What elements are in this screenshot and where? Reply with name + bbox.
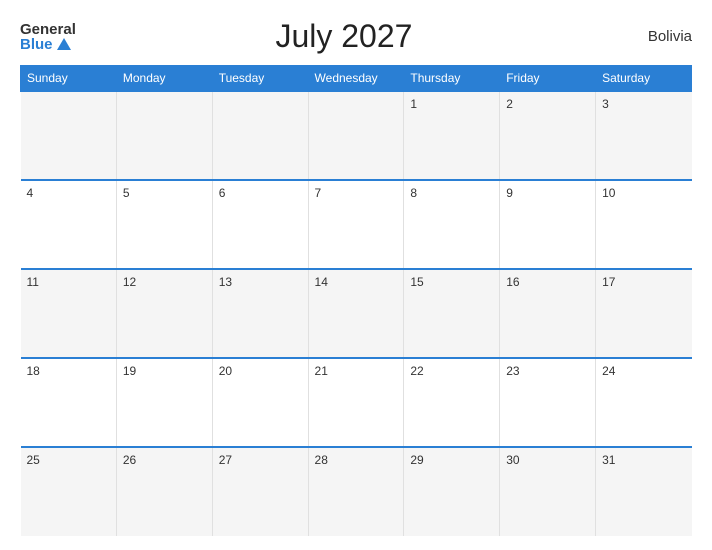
col-tuesday: Tuesday: [212, 66, 308, 92]
col-wednesday: Wednesday: [308, 66, 404, 92]
country-label: Bolivia: [612, 28, 692, 45]
calendar-day-cell: 10: [596, 180, 692, 269]
day-number: 16: [506, 275, 519, 289]
calendar-day-cell: 6: [212, 180, 308, 269]
calendar-day-cell: 15: [404, 269, 500, 358]
day-number: 27: [219, 453, 232, 467]
calendar-week-row: 18 19 20 21 22 23 24: [21, 358, 692, 447]
calendar-day-cell: 17: [596, 269, 692, 358]
calendar-day-cell: 28: [308, 447, 404, 536]
calendar-day-cell: 12: [116, 269, 212, 358]
calendar-day-cell: [212, 91, 308, 180]
day-number: 20: [219, 364, 232, 378]
day-number: 9: [506, 186, 513, 200]
calendar-day-cell: 5: [116, 180, 212, 269]
calendar-day-cell: 29: [404, 447, 500, 536]
day-number: 21: [315, 364, 328, 378]
day-number: 28: [315, 453, 328, 467]
calendar-header-row: Sunday Monday Tuesday Wednesday Thursday…: [21, 66, 692, 92]
calendar-day-cell: 19: [116, 358, 212, 447]
logo-blue-text: Blue: [20, 37, 71, 52]
calendar-week-row: 11 12 13 14 15 16 17: [21, 269, 692, 358]
day-number: 14: [315, 275, 328, 289]
calendar-day-cell: 8: [404, 180, 500, 269]
logo-general-text: General: [20, 22, 76, 37]
calendar-day-cell: 30: [500, 447, 596, 536]
calendar-title: July 2027: [76, 18, 612, 55]
calendar-week-row: 4 5 6 7 8 9 10: [21, 180, 692, 269]
calendar-day-cell: 22: [404, 358, 500, 447]
calendar-day-cell: 11: [21, 269, 117, 358]
calendar-header: General Blue July 2027 Bolivia: [20, 18, 692, 55]
calendar-day-cell: 16: [500, 269, 596, 358]
calendar-day-cell: 25: [21, 447, 117, 536]
day-number: 4: [27, 186, 34, 200]
day-number: 18: [27, 364, 40, 378]
col-monday: Monday: [116, 66, 212, 92]
day-number: 6: [219, 186, 226, 200]
day-number: 3: [602, 97, 609, 111]
logo-triangle-icon: [57, 38, 71, 50]
calendar-day-cell: 23: [500, 358, 596, 447]
calendar-day-cell: 24: [596, 358, 692, 447]
calendar-day-cell: 21: [308, 358, 404, 447]
calendar-day-cell: 26: [116, 447, 212, 536]
day-number: 19: [123, 364, 136, 378]
calendar-day-cell: 4: [21, 180, 117, 269]
calendar-week-row: 1 2 3: [21, 91, 692, 180]
day-number: 30: [506, 453, 519, 467]
logo: General Blue: [20, 22, 76, 52]
day-number: 17: [602, 275, 615, 289]
calendar-day-cell: 7: [308, 180, 404, 269]
day-number: 25: [27, 453, 40, 467]
calendar-day-cell: 9: [500, 180, 596, 269]
day-number: 15: [410, 275, 423, 289]
day-number: 11: [27, 275, 39, 289]
calendar-day-cell: [308, 91, 404, 180]
calendar-week-row: 25 26 27 28 29 30 31: [21, 447, 692, 536]
day-number: 31: [602, 453, 615, 467]
day-number: 22: [410, 364, 423, 378]
col-thursday: Thursday: [404, 66, 500, 92]
col-sunday: Sunday: [21, 66, 117, 92]
calendar-day-cell: 14: [308, 269, 404, 358]
calendar-day-cell: 31: [596, 447, 692, 536]
day-number: 24: [602, 364, 615, 378]
day-number: 10: [602, 186, 615, 200]
day-number: 13: [219, 275, 232, 289]
calendar-table: Sunday Monday Tuesday Wednesday Thursday…: [20, 65, 692, 536]
day-number: 23: [506, 364, 519, 378]
calendar-day-cell: 2: [500, 91, 596, 180]
day-number: 1: [410, 97, 417, 111]
calendar-day-cell: 13: [212, 269, 308, 358]
day-number: 26: [123, 453, 136, 467]
day-number: 2: [506, 97, 513, 111]
day-number: 5: [123, 186, 130, 200]
day-number: 29: [410, 453, 423, 467]
calendar-day-cell: 27: [212, 447, 308, 536]
calendar-day-cell: 1: [404, 91, 500, 180]
col-friday: Friday: [500, 66, 596, 92]
day-number: 8: [410, 186, 417, 200]
calendar-day-cell: 20: [212, 358, 308, 447]
calendar-day-cell: 18: [21, 358, 117, 447]
calendar-day-cell: [116, 91, 212, 180]
day-number: 12: [123, 275, 136, 289]
col-saturday: Saturday: [596, 66, 692, 92]
calendar-page: General Blue July 2027 Bolivia Sunday Mo…: [0, 0, 712, 550]
calendar-day-cell: 3: [596, 91, 692, 180]
calendar-day-cell: [21, 91, 117, 180]
day-number: 7: [315, 186, 322, 200]
